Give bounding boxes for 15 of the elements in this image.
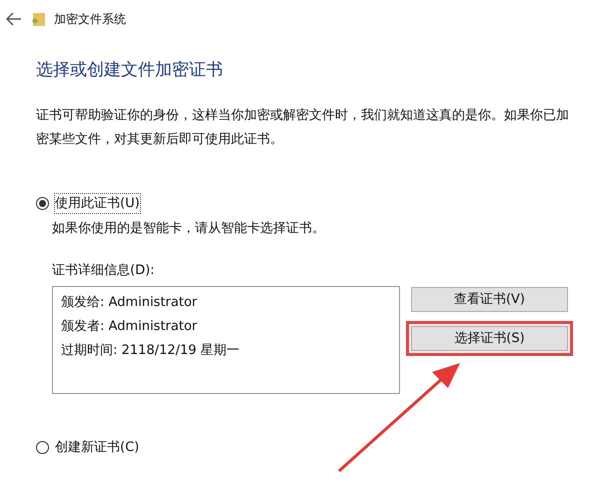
window-title: 加密文件系统	[54, 11, 126, 28]
page-heading: 选择或创建文件加密证书	[36, 59, 224, 82]
hint-text: 如果你使用的是智能卡，请从智能卡选择证书。	[52, 220, 326, 238]
radio-label[interactable]: 使用此证书(U)	[55, 194, 140, 213]
detail-line: 颁发者: Administrator	[61, 318, 198, 336]
detail-line: 颁发给: Administrator	[61, 294, 198, 312]
radio-label[interactable]: 创建新证书(C)	[55, 438, 140, 458]
certificate-button[interactable]: 选择证书(S)	[411, 326, 568, 351]
detail-line: 过期时间: 2118/12/19 星期一	[61, 342, 241, 360]
details-label: 证书详细信息(D):	[52, 262, 156, 280]
back-arrow-icon[interactable]	[6, 12, 22, 26]
radio-button[interactable]	[36, 441, 49, 454]
radio-button[interactable]	[36, 196, 49, 210]
description-text: 证书可帮助验证你的身份，这样当你加密或解密文件时，我们就知道这真的是你。如果你已加密某些文件，对其更新后即可使用此证书。	[36, 106, 570, 148]
certificate-button[interactable]: 查看证书(V)	[411, 287, 568, 312]
